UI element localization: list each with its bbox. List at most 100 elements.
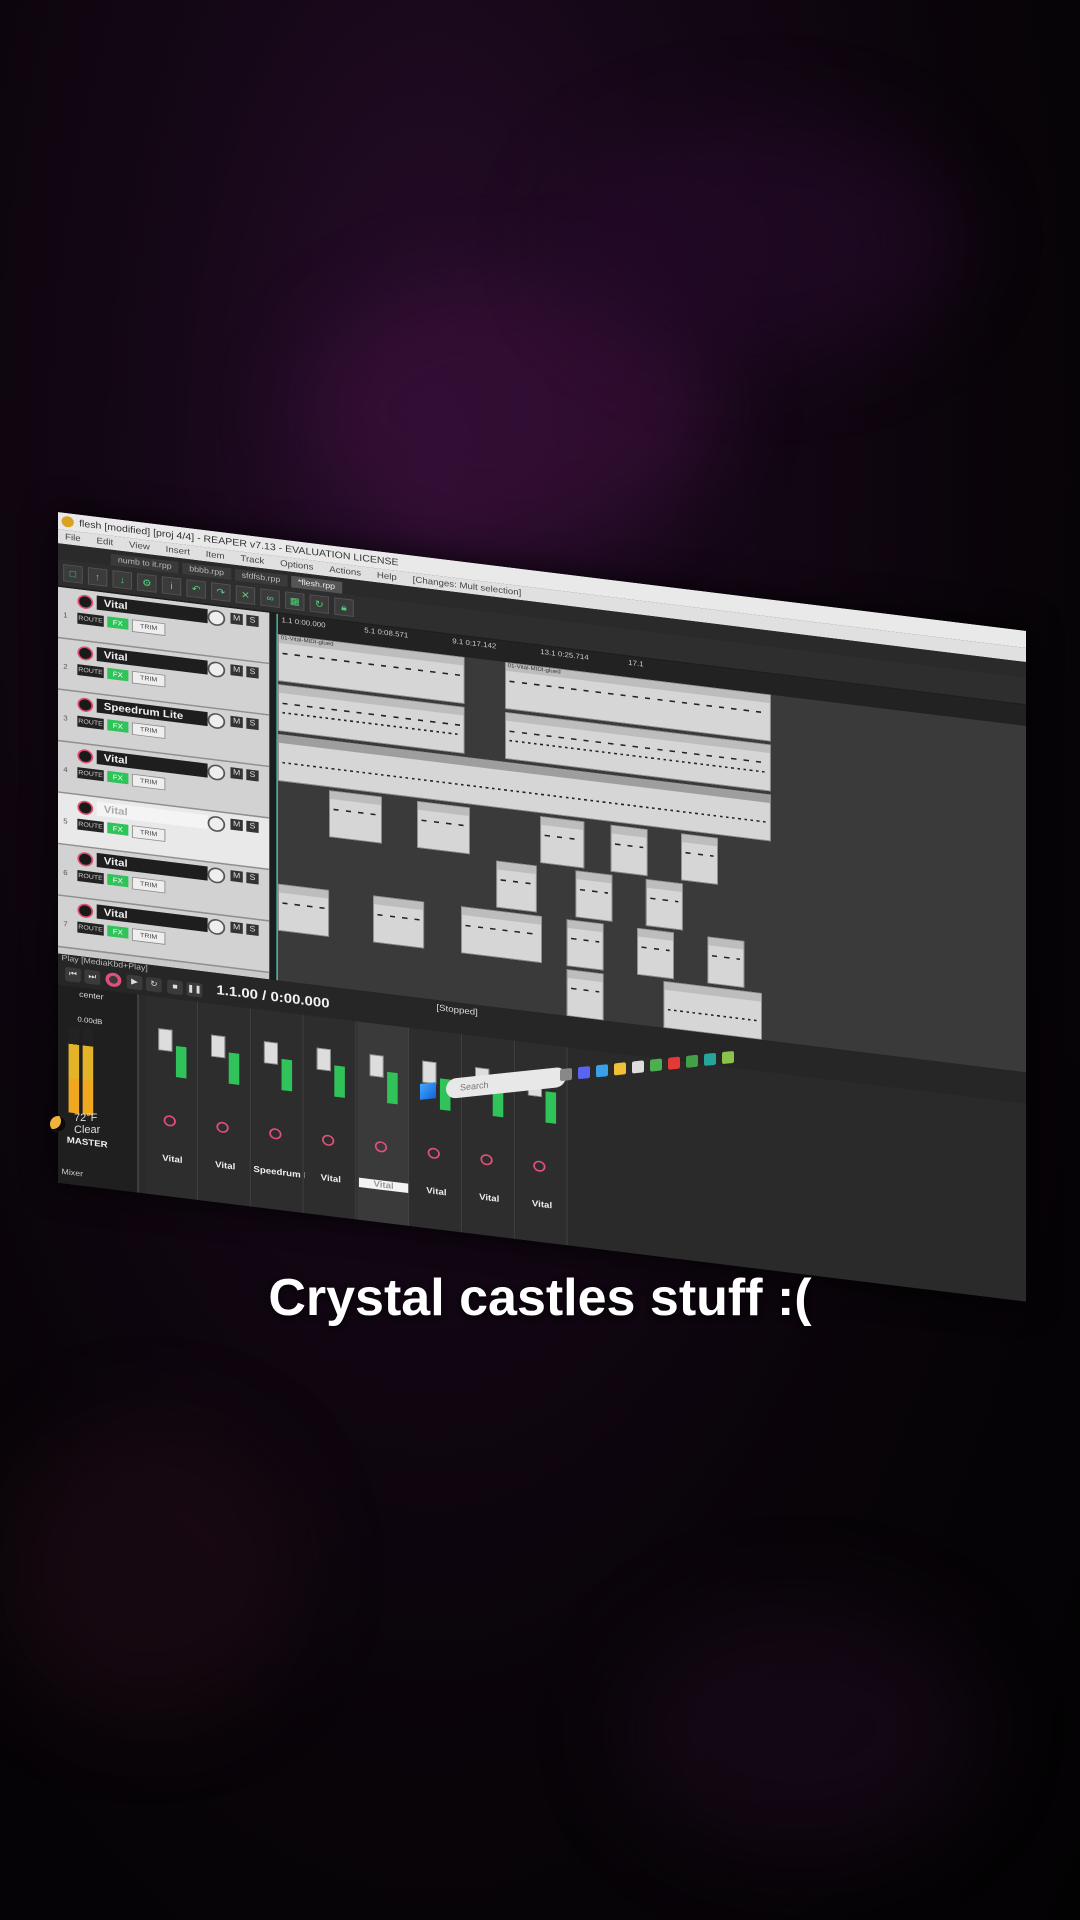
route-button[interactable]: ROUTE (77, 818, 104, 833)
menu-view[interactable]: View (129, 538, 150, 555)
midi-item[interactable] (681, 833, 718, 885)
record-arm-button[interactable] (77, 593, 94, 610)
play-button[interactable]: ▶ (126, 974, 143, 991)
app-icon[interactable] (668, 1056, 680, 1070)
solo-button[interactable]: S (246, 820, 259, 834)
fx-button[interactable]: FX (107, 770, 129, 785)
record-arm-button[interactable] (322, 1134, 335, 1147)
taskview-icon[interactable] (560, 1067, 572, 1082)
volume-knob[interactable] (207, 712, 226, 730)
app-icon[interactable] (632, 1060, 644, 1074)
mixer-strip[interactable]: Vital (462, 1034, 515, 1239)
ripple-icon[interactable]: ✕ (235, 585, 256, 605)
edge-icon[interactable] (596, 1064, 608, 1078)
route-button[interactable]: ROUTE (77, 664, 104, 679)
record-arm-button[interactable] (77, 799, 94, 816)
record-arm-button[interactable] (77, 645, 94, 662)
record-button[interactable] (105, 971, 122, 988)
fx-button[interactable] (334, 1065, 345, 1098)
midi-item[interactable] (707, 936, 745, 988)
undo-icon[interactable]: ↶ (186, 579, 206, 599)
trim-button[interactable]: TRIM (131, 928, 166, 945)
go-to-start-icon[interactable]: ⏮ (65, 966, 81, 983)
trim-button[interactable]: TRIM (131, 876, 166, 894)
midi-item[interactable] (329, 790, 382, 844)
record-arm-button[interactable] (216, 1121, 229, 1134)
midi-item[interactable] (645, 879, 683, 931)
mixer-tab-label[interactable]: Mixer (62, 1168, 84, 1179)
redo-icon[interactable]: ↷ (211, 582, 231, 602)
volume-knob[interactable] (207, 763, 226, 782)
midi-item[interactable] (278, 883, 330, 937)
fx-button[interactable] (281, 1058, 293, 1092)
midi-item[interactable] (575, 870, 613, 922)
repeat-icon[interactable]: ↻ (146, 976, 162, 993)
record-arm-button[interactable] (77, 902, 94, 919)
fx-button[interactable] (228, 1052, 240, 1085)
midi-item[interactable] (373, 895, 425, 949)
start-icon[interactable] (420, 1082, 436, 1100)
midi-item[interactable] (610, 824, 648, 877)
volume-knob[interactable] (207, 918, 226, 936)
solo-button[interactable]: S (246, 769, 259, 782)
record-arm-button[interactable] (374, 1140, 388, 1154)
route-button[interactable]: ROUTE (77, 921, 104, 936)
route-button[interactable]: ROUTE (77, 767, 104, 782)
route-button[interactable]: ROUTE (77, 612, 104, 627)
trim-button[interactable]: TRIM (131, 773, 166, 791)
info-icon[interactable]: i (161, 576, 182, 596)
trim-button[interactable]: TRIM (131, 825, 166, 842)
mixer-strip-selected[interactable]: Vital (357, 1021, 410, 1226)
mixer-strip[interactable]: Speedrum Lit (251, 1008, 315, 1213)
fx-button[interactable] (387, 1071, 398, 1105)
mixer-strip[interactable]: Vital (198, 1001, 251, 1207)
mute-button[interactable]: M (230, 767, 243, 780)
solo-button[interactable]: S (246, 666, 259, 679)
settings-icon[interactable]: ⚙ (137, 573, 157, 593)
mute-button[interactable]: M (230, 664, 243, 677)
solo-button[interactable]: S (246, 614, 259, 628)
volume-fader[interactable] (158, 1028, 173, 1052)
record-arm-button[interactable] (163, 1114, 176, 1128)
mute-button[interactable]: M (230, 818, 243, 832)
mute-button[interactable]: M (230, 715, 243, 729)
mixer-strip[interactable]: Vital (304, 1014, 357, 1220)
mute-button[interactable]: M (230, 921, 243, 935)
new-project-icon[interactable]: □ (63, 564, 83, 584)
menu-item[interactable]: Item (206, 547, 225, 563)
fx-button[interactable]: FX (107, 667, 129, 682)
fx-button[interactable] (545, 1091, 557, 1124)
solo-button[interactable]: S (246, 717, 259, 731)
mute-button[interactable]: M (230, 612, 243, 626)
route-button[interactable]: ROUTE (77, 870, 104, 885)
save-icon[interactable]: ↓ (112, 570, 132, 590)
menu-help[interactable]: Help (377, 568, 397, 584)
trim-button[interactable]: TRIM (131, 619, 166, 636)
record-arm-button[interactable] (77, 696, 94, 713)
app-icon[interactable] (704, 1052, 716, 1067)
volume-fader[interactable] (316, 1047, 331, 1072)
mixer-strip[interactable]: Vital (146, 995, 198, 1200)
volume-fader[interactable] (211, 1034, 226, 1059)
trim-button[interactable]: TRIM (131, 722, 166, 739)
midi-item[interactable] (637, 927, 674, 980)
record-arm-button[interactable] (533, 1160, 546, 1173)
record-arm-button[interactable] (427, 1147, 440, 1160)
loop-icon[interactable]: ↻ (309, 594, 330, 614)
volume-knob[interactable] (207, 609, 226, 627)
menu-edit[interactable]: Edit (96, 534, 113, 550)
solo-button[interactable]: S (246, 872, 259, 885)
mute-button[interactable]: M (230, 870, 243, 883)
app-icon[interactable] (722, 1050, 734, 1065)
volume-fader[interactable] (263, 1041, 278, 1065)
minecraft-icon[interactable] (686, 1054, 698, 1068)
volume-fader[interactable] (369, 1054, 384, 1078)
volume-knob[interactable] (207, 866, 226, 885)
playhead[interactable] (276, 613, 278, 981)
link-icon[interactable]: ∞ (260, 588, 280, 608)
midi-item[interactable] (496, 860, 537, 913)
record-arm-button[interactable] (269, 1127, 282, 1141)
fx-button[interactable]: FX (107, 822, 129, 836)
midi-item[interactable] (566, 969, 604, 1021)
fx-button[interactable]: FX (107, 719, 129, 733)
